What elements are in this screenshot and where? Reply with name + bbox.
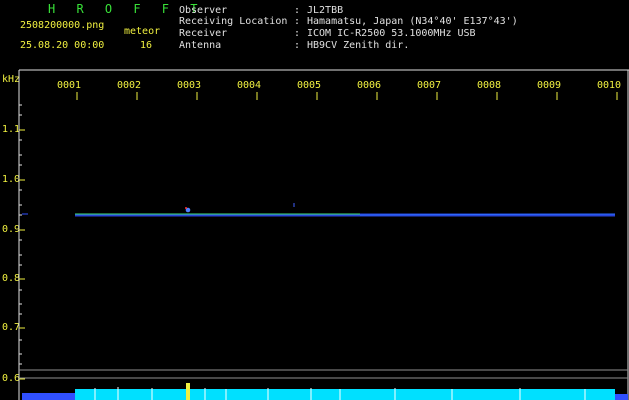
y-tick-marks (19, 104, 25, 380)
noise-floor (22, 383, 628, 400)
meteor-echo (185, 203, 295, 213)
x-tick-marks (76, 92, 618, 100)
spectrogram (18, 69, 629, 400)
